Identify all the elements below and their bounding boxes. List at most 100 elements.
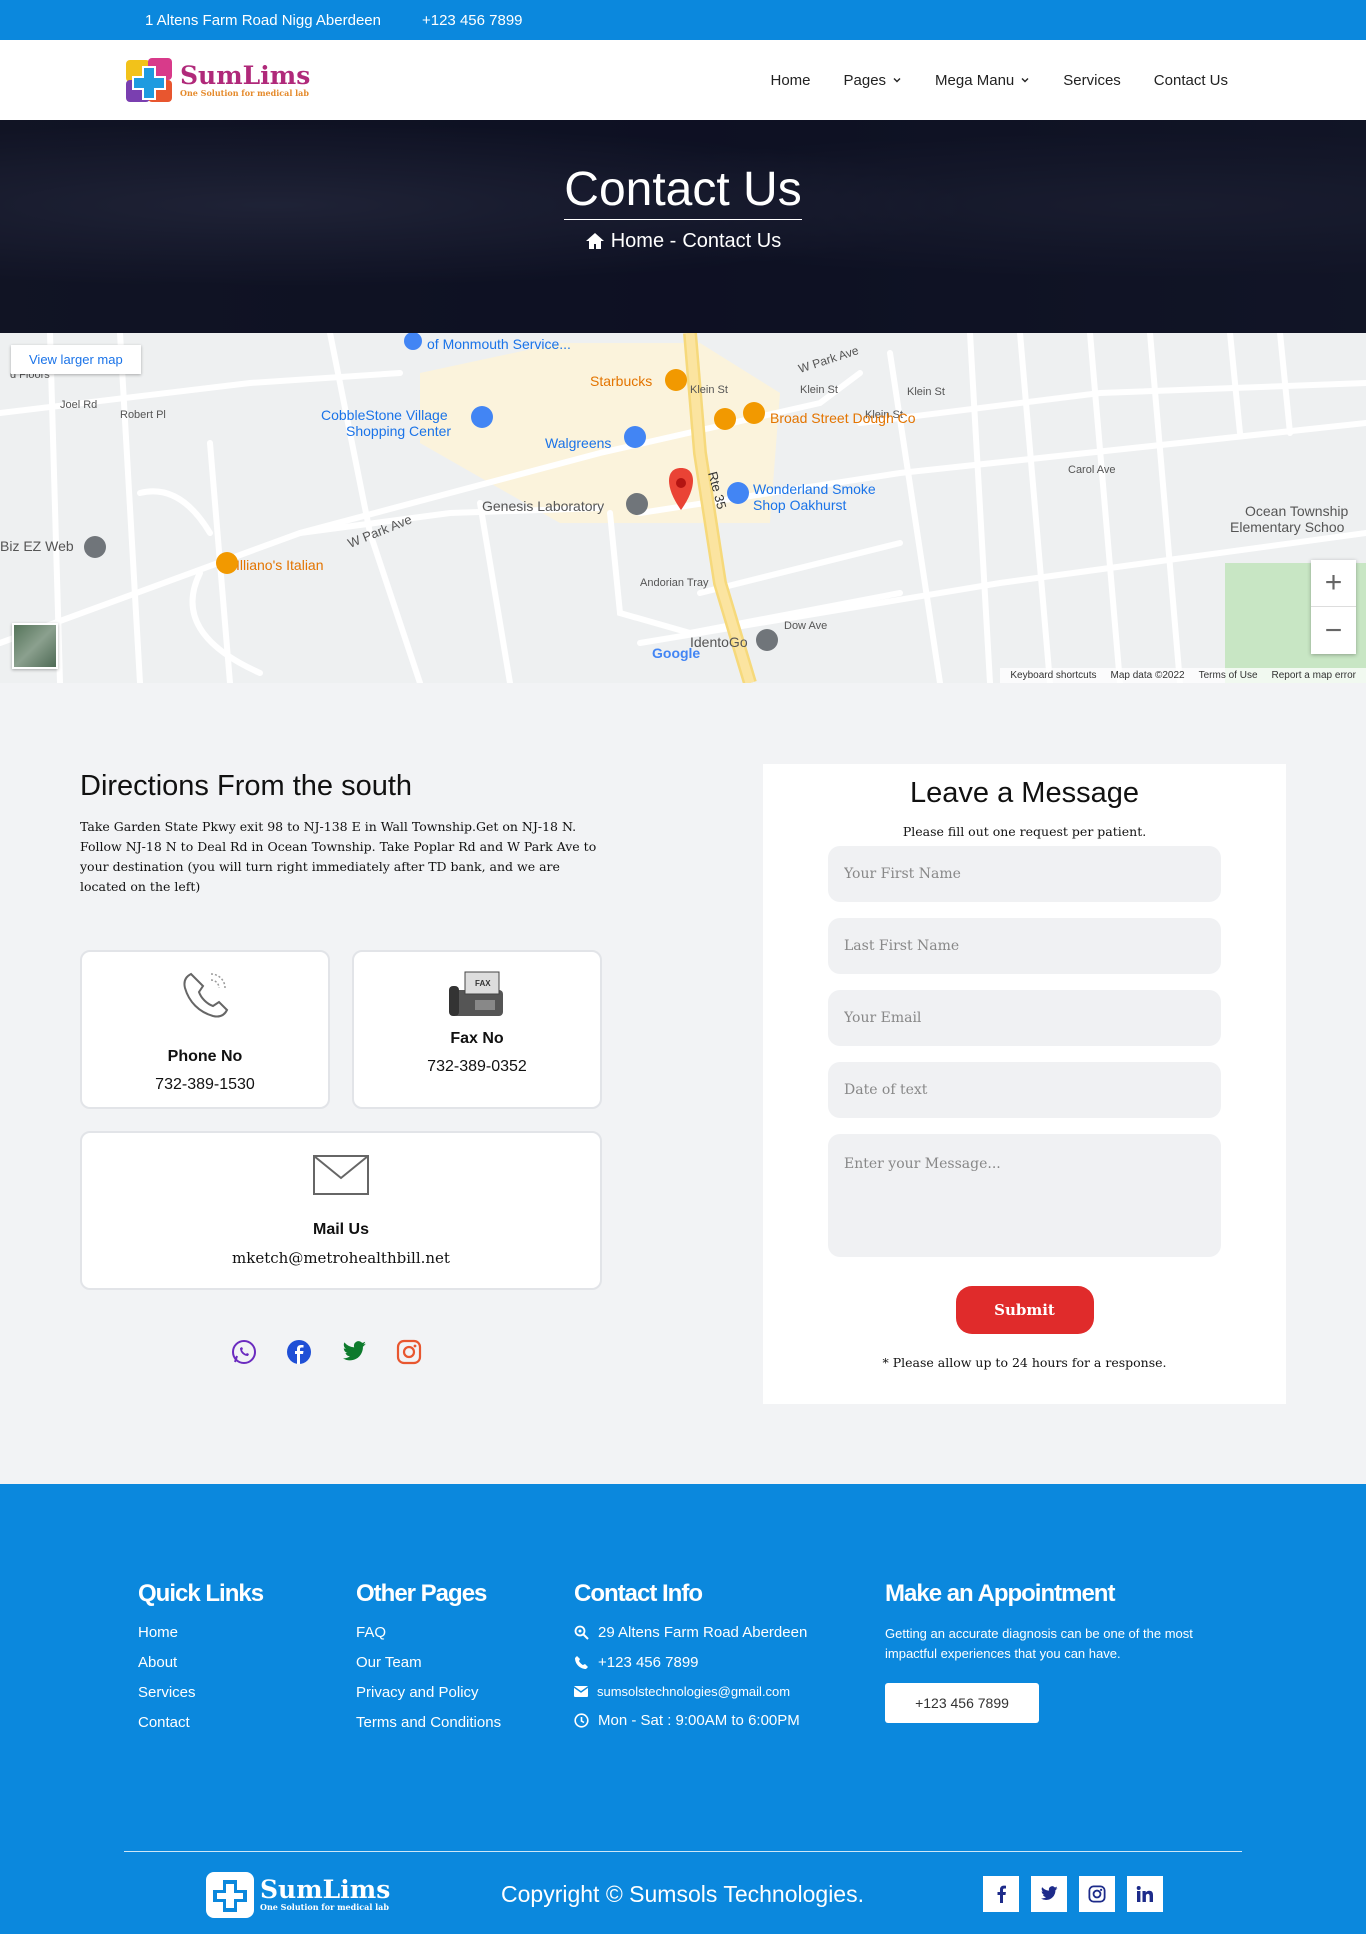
map-label: Shopping Center (346, 423, 451, 439)
phone-icon (575, 1656, 588, 1669)
clock-icon (574, 1713, 589, 1728)
breadcrumb-home[interactable]: Home - (611, 230, 677, 253)
quick-links-title: Quick Links (138, 1580, 264, 1607)
form-title: Leave a Message (910, 777, 1139, 809)
directions-section: Directions From the south Take Garden St… (80, 764, 602, 1404)
footer-logo-brand: SumLims (260, 1874, 391, 1904)
site-footer: Quick Links Home About Services Contact … (0, 1484, 1366, 1934)
other-pages: Other Pages FAQ Our Team Privacy and Pol… (356, 1580, 574, 1744)
map-label: Genesis Laboratory (482, 498, 604, 514)
envelope-icon (574, 1686, 588, 1697)
view-larger-map-link[interactable]: View larger map (11, 345, 141, 374)
appointment: Make an Appointment Getting an accurate … (885, 1580, 1225, 1744)
footer-link-privacy[interactable]: Privacy and Policy (356, 1684, 574, 1701)
nav-services-label: Services (1063, 71, 1121, 89)
nav-contact-label: Contact Us (1153, 71, 1228, 89)
footer-address: 29 Altens Farm Road Aberdeen (574, 1624, 885, 1641)
map-canvas[interactable]: d Floors Joel Rd Robert Pl Klein St W Pa… (0, 333, 1366, 683)
map-label: Google (652, 645, 700, 661)
facebook-icon[interactable] (983, 1876, 1019, 1912)
report-map-error-link[interactable]: Report a map error (1272, 670, 1356, 681)
phone-card: Phone No 732-389-1530 (80, 950, 330, 1109)
breadcrumb-current: Contact Us (682, 229, 782, 252)
svg-text:FAX: FAX (475, 979, 491, 988)
home-icon (585, 233, 604, 250)
mail-card-value[interactable]: mketch@metrohealthbill.net (82, 1249, 600, 1267)
submit-button[interactable]: Submit (955, 1286, 1094, 1334)
top-address: 1 Altens Farm Road Nigg Aberdeen (145, 11, 381, 29)
map-label: Starbucks (590, 373, 652, 389)
fax-icon: FAX (354, 964, 600, 1024)
zoom-out-button[interactable]: − (1311, 607, 1356, 654)
twitter-icon[interactable] (341, 1339, 367, 1365)
fax-card-value[interactable]: 732-389-0352 (354, 1058, 600, 1076)
nav-services[interactable]: Services (1063, 72, 1121, 89)
first-name-input[interactable] (828, 846, 1221, 902)
nav-home-label: Home (770, 71, 811, 89)
message-textarea[interactable] (828, 1134, 1221, 1257)
copyright: Copyright © Sumsols Technologies. (501, 1880, 864, 1907)
contact-content: Directions From the south Take Garden St… (0, 683, 1366, 1484)
chevron-down-icon (893, 78, 901, 83)
footer-email[interactable]: sumsolstechnologies@gmail.com (574, 1684, 885, 1699)
map-label: Joel Rd (60, 399, 97, 411)
email-input[interactable] (828, 990, 1221, 1046)
footer-link-home[interactable]: Home (138, 1624, 356, 1641)
main-nav: Home Pages Mega Manu Services Contact Us (770, 72, 1228, 89)
zoom-in-button[interactable]: + (1311, 560, 1356, 607)
terms-of-use-link[interactable]: Terms of Use (1199, 670, 1258, 681)
footer-logo[interactable]: SumLims One Solution for medical lab (204, 1868, 390, 1920)
logo-tagline: One Solution for medical lab (180, 87, 309, 98)
satellite-toggle[interactable] (12, 623, 58, 669)
nav-contact[interactable]: Contact Us (1154, 72, 1228, 89)
map-label: Ocean Township (1245, 503, 1348, 519)
footer-link-faq[interactable]: FAQ (356, 1624, 574, 1641)
keyboard-shortcuts-link[interactable]: Keyboard shortcuts (1010, 670, 1096, 681)
location-search-icon (574, 1625, 589, 1640)
site-logo[interactable]: SumLims One Solution for medical lab (124, 54, 310, 106)
google-map[interactable]: d Floors Joel Rd Robert Pl Klein St W Pa… (0, 333, 1366, 683)
date-input[interactable] (828, 1062, 1221, 1118)
map-label: Broad Street Dough Co (770, 410, 916, 426)
facebook-icon[interactable] (286, 1339, 312, 1365)
last-name-input[interactable] (828, 918, 1221, 974)
map-label: Carol Ave (1068, 464, 1116, 476)
page-hero: Contact Us Home - Contact Us (0, 120, 1366, 333)
footer-phone[interactable]: +123 456 7899 (574, 1654, 885, 1671)
whatsapp-icon[interactable] (231, 1339, 257, 1365)
directions-title: Directions From the south (80, 770, 413, 802)
footer-hours-text: Mon - Sat : 9:00AM to 6:00PM (598, 1712, 800, 1729)
map-label: Elementary Schoo (1230, 519, 1345, 535)
footer-link-terms[interactable]: Terms and Conditions (356, 1714, 574, 1731)
twitter-icon[interactable] (1031, 1876, 1067, 1912)
nav-mega-menu-label: Mega Manu (935, 71, 1015, 89)
appointment-text: Getting an accurate diagnosis can be one… (885, 1626, 1193, 1661)
map-label: Illiano's Italian (236, 557, 324, 573)
footer-link-services[interactable]: Services (138, 1684, 356, 1701)
appointment-title: Make an Appointment (885, 1580, 1115, 1607)
contact-cards: Phone No 732-389-1530 FAX Fax No 732-389… (80, 950, 602, 1290)
contact-info: Contact Info 29 Altens Farm Road Aberdee… (574, 1580, 885, 1744)
map-label: Klein St (800, 384, 838, 396)
instagram-icon[interactable] (396, 1339, 422, 1365)
phone-card-value[interactable]: 732-389-1530 (82, 1076, 328, 1094)
fax-card-title: Fax No (450, 1030, 504, 1047)
logo-mark-icon (124, 54, 176, 106)
nav-mega-menu[interactable]: Mega Manu (935, 72, 1030, 89)
form-subtitle: Please fill out one request per patient. (902, 824, 1147, 839)
footer-link-contact[interactable]: Contact (138, 1714, 356, 1731)
mail-card: Mail Us mketch@metrohealthbill.net (80, 1131, 602, 1290)
map-label: of Monmouth Service... (427, 336, 571, 352)
nav-home[interactable]: Home (770, 72, 810, 89)
chevron-down-icon (1021, 78, 1029, 83)
navbar: SumLims One Solution for medical lab Hom… (0, 40, 1366, 120)
linkedin-icon[interactable] (1127, 1876, 1163, 1912)
footer-link-team[interactable]: Our Team (356, 1654, 574, 1671)
map-label: Andorian Tray (640, 577, 709, 589)
instagram-icon[interactable] (1079, 1876, 1115, 1912)
footer-logo-tagline: One Solution for medical lab (260, 1901, 389, 1912)
appointment-phone-button[interactable]: +123 456 7899 (885, 1683, 1039, 1723)
footer-link-about[interactable]: About (138, 1654, 356, 1671)
top-phone[interactable]: +123 456 7899 (422, 12, 523, 29)
nav-pages[interactable]: Pages (844, 72, 903, 89)
